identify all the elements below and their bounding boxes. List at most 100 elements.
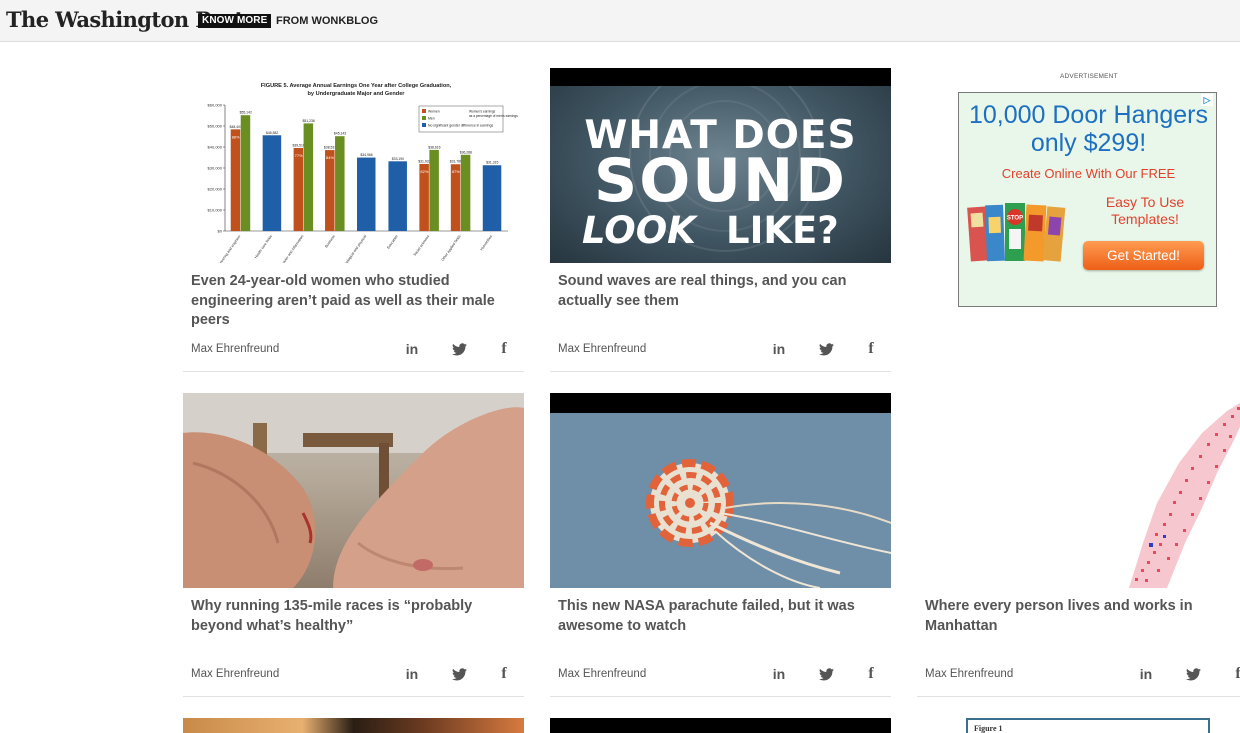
twitter-share-icon[interactable]	[447, 662, 471, 686]
chart-y-tick-label: $50,000	[208, 124, 223, 129]
door-hanger-stop-text: STOP	[1007, 216, 1023, 222]
article-author[interactable]: Max Ehrenfreund	[191, 668, 279, 680]
article-card-nasa-parachute[interactable]: This new NASA parachute failed, but it w…	[550, 393, 891, 697]
chart-value-label: $38,531	[324, 146, 336, 150]
article-card-women-engineering[interactable]: FIGURE 5. Average Annual Earnings One Ye…	[183, 68, 524, 372]
chart-value-label: $31,933	[418, 159, 430, 163]
get-started-button[interactable]: Get Started!	[1083, 241, 1204, 270]
chart-bar	[325, 150, 335, 231]
know-more-badge[interactable]: KNOW MORE	[198, 14, 272, 28]
chart-value-label: $36,288	[460, 150, 472, 154]
door-hangers-image[interactable]: STOP	[967, 203, 1075, 265]
linkedin-share-icon[interactable]: in	[1134, 662, 1158, 686]
chart-category-label: Other applied fields	[441, 234, 462, 262]
manhattan-map-illustration	[1129, 403, 1240, 588]
article-card-partial-food[interactable]	[183, 718, 524, 733]
article-headline[interactable]: Where every person lives and works in Ma…	[925, 597, 1240, 636]
linkedin-share-icon[interactable]: in	[767, 337, 791, 361]
chart-legend-note: Women's earnings	[469, 110, 496, 114]
article-card-sound-waves[interactable]: WHAT DOES SOUND LOOK LIKE? Sound waves a…	[550, 68, 891, 372]
chart-value-label: $51,236	[302, 119, 314, 123]
chart-percent-label: 77%	[295, 153, 303, 158]
chart-value-label: $45,582	[266, 131, 278, 135]
article-card-partial-figure[interactable]: Figure 1	[966, 718, 1210, 733]
chart-value-label: $55,142	[240, 111, 252, 115]
chart-title: FIGURE 5. Average Annual Earnings One Ye…	[261, 83, 452, 89]
linkedin-share-icon[interactable]: in	[767, 662, 791, 686]
sound-image-line3b: LIKE?	[726, 209, 839, 252]
chart-bar	[303, 123, 314, 231]
facebook-share-icon[interactable]: f	[492, 662, 516, 686]
ad-subtitle[interactable]: Create Online With Our FREE	[959, 166, 1218, 181]
article-author[interactable]: Max Ehrenfreund	[925, 668, 1013, 680]
facebook-share-icon[interactable]: f	[859, 337, 883, 361]
twitter-share-icon[interactable]	[447, 337, 471, 361]
chart-bar	[450, 164, 461, 231]
chart-category-label: Social sciences	[413, 234, 431, 257]
sound-image-line2: SOUND	[594, 146, 847, 216]
door-hangers-ad[interactable]: ▷ 10,000 Door Hangers only $299! Create …	[958, 92, 1217, 307]
chart-value-label: $48,403	[230, 125, 242, 129]
facebook-share-icon[interactable]: f	[859, 662, 883, 686]
chart-bar	[262, 135, 282, 231]
twitter-share-icon[interactable]	[814, 337, 838, 361]
facebook-share-icon[interactable]: f	[492, 337, 516, 361]
article-headline[interactable]: Even 24-year-old women who studied engin…	[191, 272, 516, 331]
chart-y-tick-label: $40,000	[208, 145, 223, 150]
chart-category-label: Engineering and engineer	[215, 234, 242, 263]
article-author[interactable]: Max Ehrenfreund	[558, 668, 646, 680]
chart-bar	[335, 136, 345, 231]
parachute-photo-illustration	[550, 413, 891, 588]
chart-bar	[460, 154, 471, 231]
section-label[interactable]: FROM WONKBLOG	[276, 14, 378, 28]
chart-y-tick-label: $0	[218, 229, 223, 234]
article-card-manhattan[interactable]: Where every person lives and works in Ma…	[917, 393, 1240, 697]
chart-legend-entry: Women	[428, 110, 440, 114]
chart-percent-label: 87%	[452, 169, 460, 174]
article-image-manhattan-map[interactable]	[917, 393, 1240, 588]
earnings-bar-chart: FIGURE 5. Average Annual Earnings One Ye…	[208, 83, 519, 263]
chart-category-label: Education	[386, 234, 398, 249]
chart-value-label: $31,789	[450, 160, 462, 164]
ad-templates-text[interactable]: Easy To Use Templates!	[1097, 194, 1193, 228]
article-headline[interactable]: Why running 135-mile races is “probably …	[191, 597, 516, 636]
chart-bar	[357, 157, 376, 231]
chart-legend: Women Men No significant gender difference…	[418, 105, 518, 133]
ad-title[interactable]: 10,000 Door Hangers only $299!	[959, 101, 1218, 157]
chart-percent-label: 88%	[232, 134, 240, 139]
article-card-partial-dark[interactable]	[550, 718, 891, 733]
chart-y-tick-label: $60,000	[208, 103, 223, 108]
article-image-chart[interactable]: FIGURE 5. Average Annual Earnings One Ye…	[183, 68, 524, 263]
article-author[interactable]: Max Ehrenfreund	[558, 343, 646, 355]
chart-bar	[293, 148, 304, 231]
article-image-feet[interactable]	[183, 393, 524, 588]
chart-value-label: $39,510	[292, 144, 304, 148]
linkedin-share-icon[interactable]: in	[400, 337, 424, 361]
chart-category-label: Biological and physical	[343, 234, 367, 263]
chart-percent-label: 84%	[326, 155, 334, 160]
article-author[interactable]: Max Ehrenfreund	[191, 343, 279, 355]
figure-label: Figure 1	[974, 724, 1003, 733]
article-headline[interactable]: Sound waves are real things, and you can…	[558, 272, 883, 311]
chart-bar	[429, 149, 439, 231]
chart-legend-swatch	[422, 109, 426, 113]
twitter-share-icon[interactable]	[1181, 662, 1205, 686]
article-headline[interactable]: This new NASA parachute failed, but it w…	[558, 597, 883, 636]
chart-percent-label: 82%	[420, 169, 428, 174]
facebook-share-icon[interactable]: f	[1226, 662, 1240, 686]
chart-bar	[419, 163, 429, 231]
article-image-parachute[interactable]	[550, 393, 891, 588]
chart-legend-entry: Men	[428, 117, 435, 121]
advertisement-label: ADVERTISEMENT	[1060, 73, 1118, 80]
chart-y-tick-label: $20,000	[208, 187, 223, 192]
top-bar: The Washington Post KNOW MORE FROM WONKB…	[0, 0, 1240, 42]
chart-category-label: Humanities	[480, 234, 494, 251]
linkedin-share-icon[interactable]: in	[400, 662, 424, 686]
chart-legend-swatch	[422, 116, 426, 120]
article-card-running-races[interactable]: Why running 135-mile races is “probably …	[183, 393, 524, 697]
article-image-sound[interactable]: WHAT DOES SOUND LOOK LIKE?	[550, 68, 891, 263]
chart-category-label: Health care fields	[254, 234, 273, 259]
chart-legend-swatch	[422, 123, 426, 127]
twitter-share-icon[interactable]	[814, 662, 838, 686]
chart-y-tick-label: $30,000	[208, 166, 223, 171]
